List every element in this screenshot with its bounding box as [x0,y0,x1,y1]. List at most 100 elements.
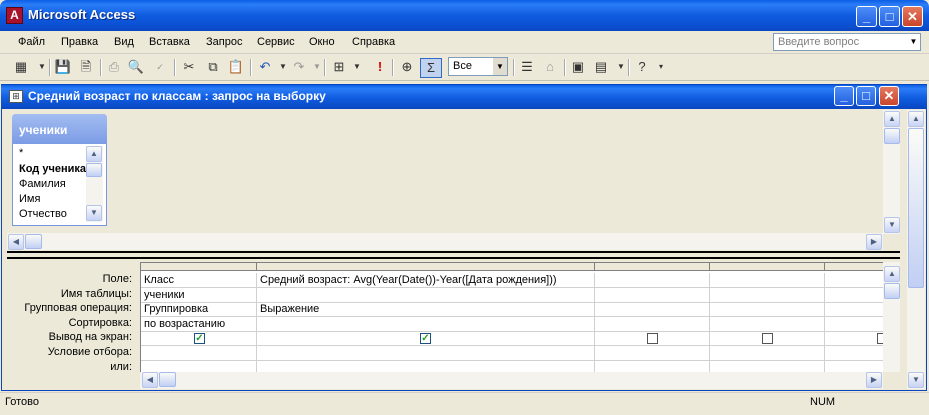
scroll-up-icon[interactable]: ▲ [908,111,924,127]
view-datasheet-icon[interactable]: ▦ [11,58,31,76]
scroll-thumb[interactable] [884,128,900,144]
scroll-down-icon[interactable]: ▼ [908,372,924,388]
spelling-icon[interactable]: ✓ [150,58,170,76]
new-object-icon[interactable]: ▤ [591,58,611,76]
help-icon[interactable]: ? [632,58,652,76]
access-app-icon[interactable]: A [6,7,23,24]
scroll-up-icon[interactable]: ▲ [884,111,900,127]
grid-cell-criteria[interactable] [595,346,710,361]
scroll-down-icon[interactable]: ▼ [884,217,900,233]
column-selector[interactable] [825,263,883,271]
print-preview-icon[interactable]: 🔍 [126,58,146,76]
undo-icon[interactable]: ↶ [255,58,275,76]
grid-cell-table[interactable] [825,288,883,303]
grid-cell-criteria[interactable] [141,346,257,361]
field-item[interactable]: * [19,147,23,159]
grid-cell-group[interactable]: Группировка [141,302,257,317]
grid-cell-group[interactable] [595,302,710,317]
maximize-button[interactable]: □ [879,6,900,27]
scroll-thumb[interactable] [25,234,42,249]
copy-icon[interactable]: ⧉ [203,58,223,76]
pane-splitter[interactable] [7,251,900,259]
grid-cell-or[interactable] [825,361,883,372]
grid-cell-or[interactable] [595,361,710,372]
scroll-right-icon[interactable]: ▶ [866,372,882,388]
grid-cell-field[interactable] [595,273,710,288]
grid-cell-criteria[interactable] [825,346,883,361]
grid-cell-group[interactable] [710,302,825,317]
top-values-dropdown-icon[interactable]: ▼ [493,58,507,75]
show-checkbox-unchecked[interactable] [647,333,658,344]
scroll-left-icon[interactable]: ◀ [142,372,158,388]
run-icon[interactable]: ! [370,58,390,76]
grid-cell-or[interactable] [257,361,595,372]
save-icon[interactable]: 💾 [53,58,73,76]
menu-tools[interactable]: Сервис [257,36,295,48]
scroll-thumb[interactable] [159,372,176,387]
scroll-up-icon[interactable]: ▲ [86,146,102,162]
menu-help[interactable]: Справка [352,36,395,48]
scroll-thumb[interactable] [884,283,900,299]
grid-cell-field[interactable]: Класс [141,273,257,288]
scroll-thumb[interactable] [908,128,924,288]
print-icon[interactable]: ⎙ [104,58,124,76]
grid-cell-or[interactable] [710,361,825,372]
menu-edit[interactable]: Правка [61,36,98,48]
properties-icon[interactable]: ☰ [517,58,537,76]
grid-cell-sort[interactable]: по возрастанию [141,317,257,332]
show-checkbox-unchecked[interactable] [762,333,773,344]
scroll-right-icon[interactable]: ▶ [866,234,882,250]
grid-cell-table[interactable] [257,288,595,303]
grid-cell-criteria[interactable] [257,346,595,361]
database-window-icon[interactable]: ▣ [568,58,588,76]
grid-cell-table[interactable] [710,288,825,303]
grid-cell-table[interactable]: ученики [141,288,257,303]
grid-cell-group[interactable]: Выражение [257,302,595,317]
build-icon[interactable]: ⌂ [540,58,560,76]
menu-window[interactable]: Окно [309,36,335,48]
menu-view[interactable]: Вид [114,36,134,48]
table-pane-hscroll[interactable] [7,233,883,250]
column-selector[interactable] [710,263,825,271]
cut-icon[interactable]: ✂ [179,58,199,76]
field-item[interactable]: Имя [19,193,40,205]
query-maximize-button[interactable]: □ [856,86,876,106]
grid-hscroll[interactable] [140,372,883,389]
field-item[interactable]: Отчество [19,208,67,220]
close-button[interactable]: ✕ [902,6,923,27]
query-type-icon[interactable]: ⊞ [329,58,349,76]
grid-cell-group[interactable] [825,302,883,317]
grid-cell-sort[interactable] [257,317,595,332]
title-bar[interactable] [0,0,929,31]
redo-icon[interactable]: ↷ [289,58,309,76]
grid-cell-sort[interactable] [825,317,883,332]
toolbar-options-icon[interactable]: ▾ [651,58,671,76]
query-close-button[interactable]: ✕ [879,86,899,106]
scroll-left-icon[interactable]: ◀ [8,234,24,250]
show-checkbox[interactable]: ✓ [420,333,431,344]
grid-cell-table[interactable] [595,288,710,303]
show-table-icon[interactable]: ⊕ [397,58,417,76]
field-item-key[interactable]: Код ученика [19,163,86,175]
query-type-dropdown-icon[interactable]: ▼ [347,58,367,76]
table-pane[interactable] [7,110,884,234]
grid-cell-field[interactable] [825,273,883,288]
grid-cell-show[interactable] [825,331,883,346]
search-file-icon[interactable]: 🗎 [76,58,96,76]
menu-insert[interactable]: Вставка [149,36,190,48]
paste-icon[interactable]: 📋 [226,58,246,76]
scroll-thumb[interactable] [86,163,102,177]
grid-cell-field[interactable]: Средний возраст: Avg(Year(Date())-Year([… [257,273,595,288]
grid-cell-criteria[interactable] [710,346,825,361]
grid-cell-field[interactable] [710,273,825,288]
menu-file[interactable]: Файл [18,36,45,48]
minimize-button[interactable]: _ [856,6,877,27]
ask-question-input[interactable]: Введите вопрос [773,33,921,51]
table-name[interactable]: ученики [12,114,107,144]
field-item[interactable]: Фамилия [19,178,66,190]
show-checkbox[interactable]: ✓ [194,333,205,344]
scroll-up-icon[interactable]: ▲ [884,266,900,282]
query-minimize-button[interactable]: _ [834,86,854,106]
grid-cell-sort[interactable] [595,317,710,332]
grid-cell-sort[interactable] [710,317,825,332]
